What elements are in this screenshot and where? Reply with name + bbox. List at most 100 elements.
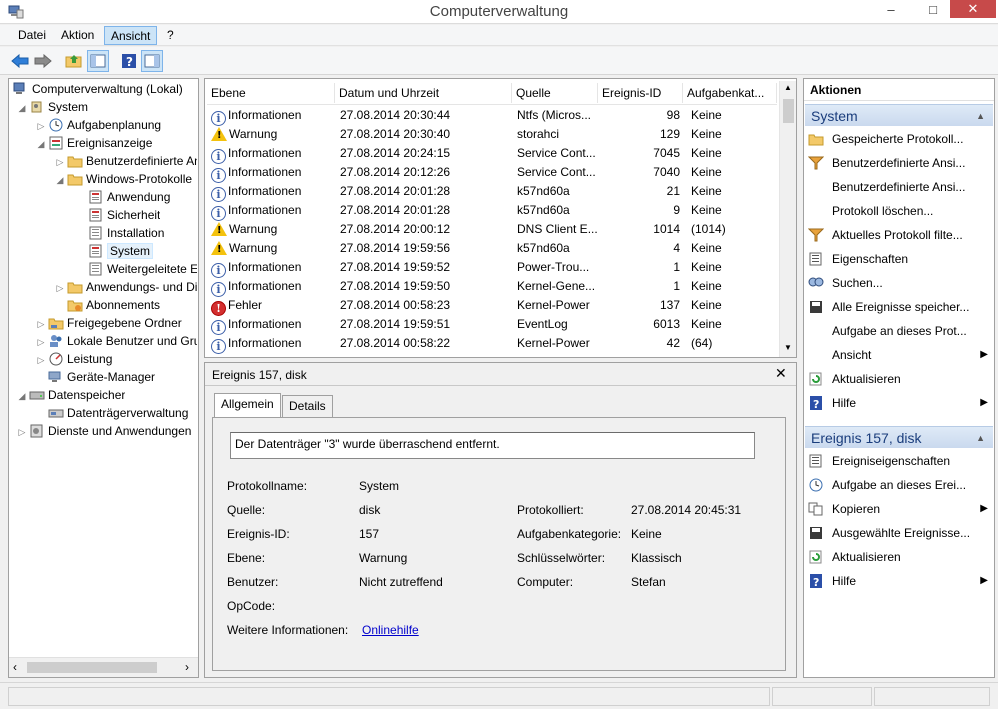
table-row[interactable]: i Informationen 27.08.2014 19:59:52 Power-T… — [207, 258, 777, 278]
menu-ansicht[interactable]: Ansicht — [104, 26, 158, 45]
action-item[interactable]: Gespeicherte Protokoll... — [808, 128, 990, 150]
tree-item-installation[interactable]: Installation — [88, 224, 164, 242]
event-message[interactable]: Der Datenträger "3" wurde überraschend e… — [230, 432, 755, 459]
tree-item-leistung[interactable]: ▷ Leistung — [36, 350, 113, 368]
collapse-up-icon[interactable]: ▲ — [976, 427, 985, 449]
action-item[interactable]: Ereigniseigenschaften — [808, 450, 990, 472]
action-item[interactable]: Benutzerdefinierte Ansi... — [808, 176, 990, 198]
tree-item-anwendung[interactable]: Anwendung — [88, 188, 170, 206]
collapsed-icon[interactable]: ▷ — [17, 423, 27, 440]
tab-allgemein[interactable]: Allgemein — [214, 393, 281, 418]
help-toolbar-button[interactable]: ? — [118, 50, 140, 72]
action-item[interactable]: Aufgabe an dieses Erei... — [808, 474, 990, 496]
collapsed-icon[interactable]: ▷ — [36, 351, 46, 368]
maximize-button[interactable]: □ — [917, 0, 949, 20]
column-header-datum[interactable]: Datum und Uhrzeit — [335, 83, 512, 103]
table-row[interactable]: i Informationen 27.08.2014 20:01:28 k57nd60… — [207, 201, 777, 221]
tree-item-aufgabenplanung[interactable]: ▷ Aufgabenplanung — [36, 116, 162, 134]
tree-item-windows-protokolle[interactable]: ◢ Windows-Protokolle — [55, 170, 197, 188]
scroll-down-icon[interactable]: ▼ — [784, 343, 792, 352]
action-item[interactable]: ? Hilfe ▶ — [808, 392, 990, 414]
action-item[interactable]: Benutzerdefinierte Ansi... — [808, 152, 990, 174]
tree-item-datenspeicher[interactable]: ◢ Datenspeicher — [17, 386, 126, 404]
events-vertical-scrollbar[interactable]: ▲ ▼ — [779, 81, 796, 357]
action-item[interactable]: Aktuelles Protokoll filte... — [808, 224, 990, 246]
tree-item-system[interactable]: ◢ System — [17, 98, 88, 116]
tree-horizontal-scrollbar[interactable]: ‹ › — [9, 657, 198, 677]
collapsed-icon[interactable]: ▷ — [55, 153, 65, 170]
table-row[interactable]: ! Fehler 27.08.2014 00:58:23 Kernel-Power 13… — [207, 296, 777, 316]
table-row[interactable]: i Informationen 27.08.2014 00:58:22 Kernel-… — [207, 334, 777, 354]
tree-item-anwendungs-dienst[interactable]: ▷Anwendungs- und Dienstprotokolle — [55, 278, 197, 296]
minimize-button[interactable]: – — [875, 0, 907, 20]
table-row[interactable]: i Informationen 27.08.2014 20:24:15 Service… — [207, 144, 777, 164]
table-row[interactable]: i Informationen 27.08.2014 20:30:44 Ntfs (M… — [207, 106, 777, 126]
expanded-icon[interactable]: ◢ — [17, 387, 27, 404]
scroll-up-icon[interactable]: ▲ — [784, 83, 792, 92]
table-row[interactable]: Warnung 27.08.2014 19:59:56 k57nd60a 4 Keine — [207, 239, 777, 258]
tree-item-root[interactable]: Computerverwaltung (Lokal) — [13, 80, 183, 98]
forward-button[interactable] — [32, 50, 54, 72]
action-group-system[interactable]: System ▲ — [805, 104, 993, 126]
table-row[interactable]: i Informationen 27.08.2014 20:01:28 k57nd60… — [207, 182, 777, 202]
device-manager-icon — [48, 370, 64, 384]
column-header-quelle[interactable]: Quelle — [512, 83, 598, 103]
action-item[interactable]: Kopieren ▶ — [808, 498, 990, 520]
detail-close-icon[interactable]: ✕ — [775, 365, 787, 382]
show-hide-action-pane-button[interactable] — [141, 50, 163, 72]
column-header-ereignis-id[interactable]: Ereignis-ID — [598, 83, 683, 103]
online-help-link[interactable]: Onlinehilfe — [362, 623, 419, 637]
table-row[interactable]: Warnung 27.08.2014 20:30:40 storahci 129 Kei… — [207, 125, 777, 144]
collapsed-icon[interactable]: ▷ — [55, 279, 65, 296]
action-item[interactable]: Ansicht ▶ — [808, 344, 990, 366]
menu-datei[interactable]: Datei — [12, 26, 52, 45]
action-item[interactable]: Protokoll löschen... — [808, 200, 990, 222]
tree-item-geraete-manager[interactable]: Geräte-Manager — [48, 368, 155, 386]
menu-help[interactable]: ? — [161, 26, 180, 45]
expanded-icon[interactable]: ◢ — [17, 99, 27, 116]
scroll-left-icon[interactable]: ‹ — [13, 660, 17, 674]
tree-item-abonnements[interactable]: Abonnements — [67, 296, 160, 314]
scrollbar-thumb[interactable] — [783, 99, 794, 123]
collapsed-icon[interactable]: ▷ — [36, 117, 46, 134]
up-folder-button[interactable] — [63, 50, 85, 72]
table-row[interactable]: i Informationen 27.08.2014 19:59:50 Kernel-… — [207, 277, 777, 297]
table-row[interactable]: i Informationen 27.08.2014 19:59:51 EventLo… — [207, 315, 777, 335]
show-hide-console-tree-button[interactable] — [87, 50, 109, 72]
tree-item-datentraeger[interactable]: Datenträgerverwaltung — [48, 404, 188, 422]
scrollbar-thumb[interactable] — [27, 662, 157, 673]
action-item[interactable]: Aufgabe an dieses Prot... — [808, 320, 990, 342]
action-group-event[interactable]: Ereignis 157, disk ▲ — [805, 426, 993, 448]
collapse-up-icon[interactable]: ▲ — [976, 105, 985, 127]
tree-item-dienste[interactable]: ▷ Dienste und Anwendungen — [17, 422, 197, 440]
collapsed-icon[interactable]: ▷ — [36, 333, 46, 350]
action-item[interactable]: Ausgewählte Ereignisse... — [808, 522, 990, 544]
tree-item-weitergeleitete[interactable]: Weitergeleitete Ereignisse — [88, 260, 197, 278]
expanded-icon[interactable]: ◢ — [36, 135, 46, 152]
action-item[interactable]: Aktualisieren — [808, 546, 990, 568]
collapsed-icon[interactable]: ▷ — [36, 315, 46, 332]
close-button[interactable]: ✕ — [950, 0, 996, 18]
action-item[interactable]: Alle Ereignisse speicher... — [808, 296, 990, 318]
tree-item-system-log[interactable]: System — [88, 242, 154, 260]
expanded-icon[interactable]: ◢ — [55, 171, 65, 188]
scroll-right-icon[interactable]: › — [185, 660, 189, 674]
column-header-aufgabenkategorie[interactable]: Aufgabenkat... — [683, 83, 777, 103]
action-item[interactable]: Eigenschaften — [808, 248, 990, 270]
action-item[interactable]: ? Hilfe ▶ — [808, 570, 990, 592]
tree-item-freigegebene[interactable]: ▷ Freigegebene Ordner — [36, 314, 197, 332]
tree-item-lokale-benutzer[interactable]: ▷Lokale Benutzer und Gruppen — [36, 332, 197, 350]
tab-details[interactable]: Details — [282, 395, 333, 417]
menu-aktion[interactable]: Aktion — [55, 26, 100, 45]
column-header-ebene[interactable]: Ebene — [207, 83, 335, 103]
action-item[interactable]: Aktualisieren — [808, 368, 990, 390]
tree-item-ereignisanzeige[interactable]: ◢ Ereignisanzeige — [36, 134, 153, 152]
system-tools-icon — [29, 100, 45, 114]
table-row[interactable]: i Informationen 27.08.2014 20:12:26 Service… — [207, 163, 777, 183]
value-benutzer: Nicht zutreffend — [359, 575, 443, 589]
tree-item-benutzerdefinierte[interactable]: ▷Benutzerdefinierte Ansichten — [55, 152, 197, 170]
table-row[interactable]: Warnung 27.08.2014 20:00:12 DNS Client E..… — [207, 220, 777, 239]
action-item[interactable]: Suchen... — [808, 272, 990, 294]
tree-item-sicherheit[interactable]: Sicherheit — [88, 206, 160, 224]
back-button[interactable] — [9, 50, 31, 72]
